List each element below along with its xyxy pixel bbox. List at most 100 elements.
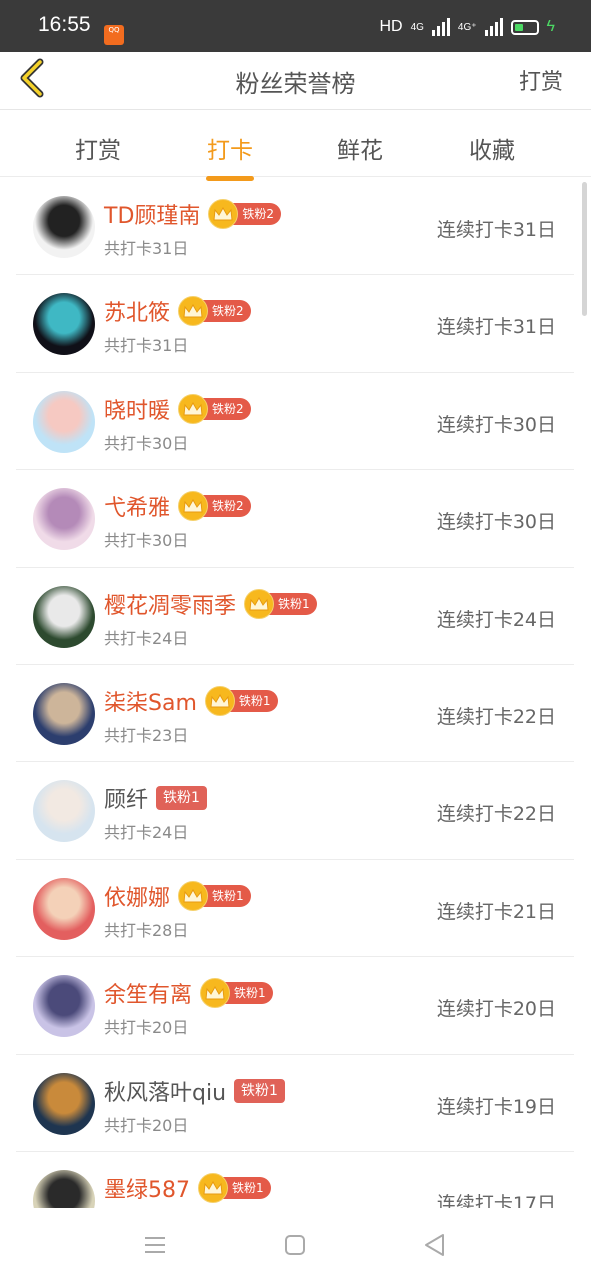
streak-checkins: 连续打卡19日 — [436, 1095, 556, 1118]
name-line: 苏北筱 铁粉2 — [104, 295, 251, 327]
crown-icon — [244, 588, 275, 619]
status-time: 16:55 — [38, 13, 91, 36]
badge-label: 铁粉2 — [202, 495, 251, 518]
list-item[interactable]: 樱花凋零雨季 铁粉1 共打卡24日 连续打卡24日 — [16, 568, 574, 665]
page-title: 粉丝荣誉榜 — [235, 70, 356, 98]
badge-label: 铁粉1 — [228, 689, 278, 712]
home-icon[interactable] — [280, 1230, 310, 1260]
total-checkins: 共打卡24日 — [104, 823, 189, 843]
user-name[interactable]: 弋希雅 — [104, 490, 170, 522]
list-item[interactable]: 墨绿587 铁粉1 连续打卡17日 — [16, 1152, 574, 1208]
list-item[interactable]: 秋风落叶qiu 铁粉1 共打卡20日 连续打卡19日 — [16, 1055, 574, 1152]
badge-label: 铁粉1 — [222, 1176, 271, 1199]
name-line: 余笙有离 铁粉1 — [104, 977, 273, 1009]
list-item[interactable]: 晓时暖 铁粉2 共打卡30日 连续打卡30日 — [16, 373, 574, 471]
signal-1-icon — [431, 18, 450, 36]
badge-label: 铁粉1 — [224, 982, 273, 1005]
reward-button[interactable]: 打赏 — [519, 64, 563, 96]
tab-checkin[interactable]: 打卡 — [185, 131, 275, 181]
user-name[interactable]: 依娜娜 — [104, 880, 170, 912]
badge-label: 铁粉1 — [268, 592, 317, 615]
user-name[interactable]: 晓时暖 — [104, 393, 170, 425]
streak-checkins: 连续打卡31日 — [436, 316, 556, 339]
fan-level-badge: 铁粉1 — [178, 880, 251, 911]
fan-level-badge: 铁粉2 — [178, 393, 251, 424]
user-name[interactable]: 樱花凋零雨季 — [104, 588, 236, 620]
total-checkins: 共打卡20日 — [104, 1115, 189, 1135]
name-line: 晓时暖 铁粉2 — [104, 393, 251, 425]
crown-icon — [200, 978, 231, 1009]
tab-bar: 打赏 打卡 鲜花 收藏 — [0, 111, 591, 181]
crown-icon — [198, 1172, 228, 1203]
status-icons: HD 4G 4G⁺ ϟ — [379, 16, 555, 38]
tab-label: 鲜花 — [337, 138, 383, 164]
avatar[interactable] — [33, 488, 95, 551]
list-item[interactable]: 余笙有离 铁粉1 共打卡20日 连续打卡20日 — [16, 957, 574, 1055]
streak-checkins: 连续打卡22日 — [436, 803, 556, 826]
total-checkins: 共打卡24日 — [104, 628, 189, 648]
list-item[interactable]: 顾纤 铁粉1 共打卡24日 连续打卡22日 — [16, 762, 574, 860]
user-name[interactable]: 柒柒Sam — [104, 685, 197, 717]
avatar[interactable] — [33, 682, 95, 745]
name-line: 樱花凋零雨季 铁粉1 — [104, 588, 317, 620]
tab-reward[interactable]: 打赏 — [53, 131, 143, 165]
streak-checkins: 连续打卡24日 — [436, 608, 556, 631]
user-name[interactable]: 秋风落叶qiu — [104, 1075, 226, 1107]
badge-label: 铁粉2 — [232, 203, 282, 225]
badge-label: 铁粉1 — [202, 884, 251, 907]
network-2-label: 4G⁺ — [457, 21, 477, 33]
list-item[interactable]: TD顾瑾南 铁粉2 共打卡31日 连续打卡31日 — [16, 178, 574, 276]
user-name[interactable]: 余笙有离 — [104, 977, 192, 1009]
tab-favorites[interactable]: 收藏 — [447, 131, 537, 165]
list-item[interactable]: 苏北筱 铁粉2 共打卡31日 连续打卡31日 — [16, 275, 574, 373]
user-name[interactable]: TD顾瑾南 — [104, 198, 200, 230]
tab-flowers[interactable]: 鲜花 — [315, 131, 405, 165]
avatar[interactable] — [33, 877, 95, 940]
avatar[interactable] — [33, 780, 95, 843]
avatar[interactable] — [33, 293, 95, 356]
fan-level-badge: 铁粉2 — [208, 199, 282, 229]
list-item[interactable]: 柒柒Sam 铁粉1 共打卡23日 连续打卡22日 — [16, 665, 574, 763]
badge-label: 铁粉2 — [202, 300, 251, 323]
total-checkins: 共打卡31日 — [104, 336, 189, 356]
avatar[interactable] — [33, 975, 95, 1038]
fan-level-badge: 铁粉1 — [244, 588, 317, 619]
user-name[interactable]: 墨绿587 — [104, 1172, 190, 1204]
streak-checkins: 连续打卡17日 — [436, 1192, 556, 1208]
battery-icon — [510, 19, 539, 35]
menu-icon[interactable] — [140, 1230, 170, 1260]
fan-level-badge: 铁粉1 — [204, 685, 278, 716]
total-checkins: 共打卡28日 — [104, 920, 189, 940]
avatar[interactable] — [33, 1169, 95, 1208]
fan-level-badge: 铁粉1 — [200, 978, 273, 1009]
name-line: 柒柒Sam 铁粉1 — [104, 685, 278, 717]
fan-level-badge: 铁粉1 — [156, 786, 207, 811]
network-1-label: 4G — [410, 21, 424, 33]
fan-level-badge: 铁粉1 — [198, 1172, 271, 1203]
scrollbar[interactable] — [582, 182, 587, 316]
user-name[interactable]: 苏北筱 — [104, 295, 170, 327]
hd-indicator: HD — [379, 18, 403, 35]
nav-bar: 粉丝荣誉榜 打赏 — [0, 52, 591, 110]
list-item[interactable]: 弋希雅 铁粉2 共打卡30日 连续打卡30日 — [16, 470, 574, 568]
streak-checkins: 连续打卡22日 — [436, 705, 556, 728]
total-checkins: 共打卡30日 — [104, 531, 189, 551]
avatar[interactable] — [33, 1072, 95, 1135]
avatar[interactable] — [33, 585, 95, 648]
back-triangle-icon[interactable] — [420, 1230, 450, 1260]
streak-checkins: 连续打卡31日 — [436, 219, 556, 241]
user-name[interactable]: 顾纤 — [104, 782, 148, 814]
streak-checkins: 连续打卡21日 — [436, 900, 556, 923]
crown-icon — [204, 685, 235, 716]
total-checkins: 共打卡31日 — [104, 239, 189, 258]
name-line: 秋风落叶qiu 铁粉1 — [104, 1075, 285, 1107]
fan-level-badge: 铁粉2 — [178, 296, 251, 327]
name-line: TD顾瑾南 铁粉2 — [104, 198, 282, 230]
avatar[interactable] — [33, 390, 95, 453]
app-notification-icon: QQ — [104, 25, 124, 45]
streak-checkins: 连续打卡20日 — [436, 998, 556, 1021]
list-item[interactable]: 依娜娜 铁粉1 共打卡28日 连续打卡21日 — [16, 860, 574, 958]
streak-checkins: 连续打卡30日 — [436, 511, 556, 534]
crown-icon — [178, 491, 209, 522]
avatar[interactable] — [33, 196, 95, 258]
